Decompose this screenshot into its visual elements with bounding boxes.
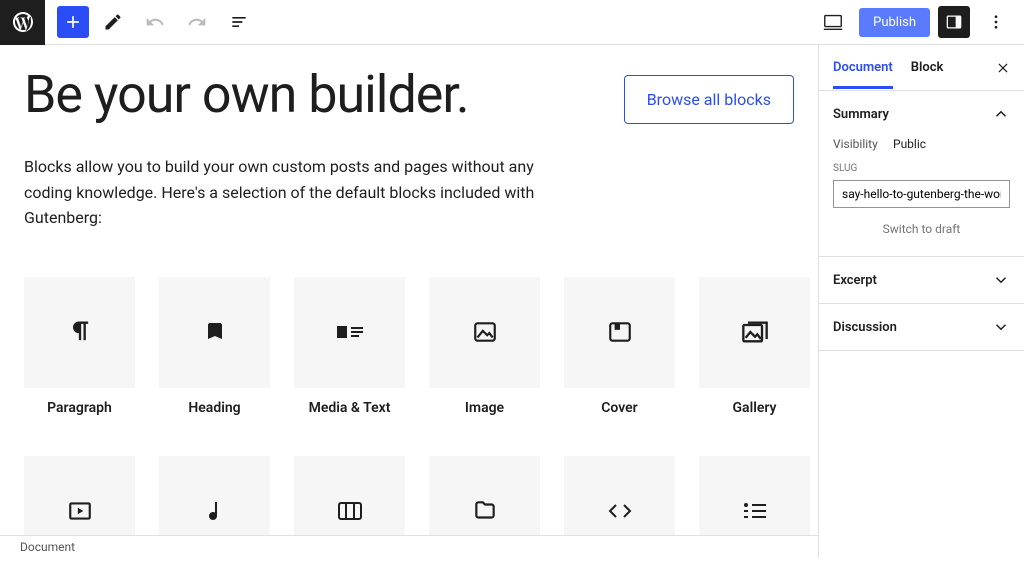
settings-sidebar: Document Block Summary Visibility Public… xyxy=(818,45,1024,558)
more-options-button[interactable] xyxy=(978,4,1014,40)
heading-icon xyxy=(159,277,270,388)
chevron-down-icon xyxy=(992,318,1010,336)
visibility-value[interactable]: Public xyxy=(893,137,926,151)
slug-input[interactable] xyxy=(833,180,1010,208)
close-sidebar-button[interactable] xyxy=(996,61,1010,75)
edit-mode-button[interactable] xyxy=(95,4,131,40)
breadcrumb[interactable]: Document xyxy=(0,535,818,558)
block-image[interactable]: Image xyxy=(429,277,540,416)
chevron-down-icon xyxy=(992,271,1010,289)
tab-document[interactable]: Document xyxy=(833,46,893,89)
description-paragraph[interactable]: Blocks allow you to build your own custo… xyxy=(24,154,564,231)
tab-block[interactable]: Block xyxy=(911,46,944,89)
switch-to-draft-button[interactable]: Switch to draft xyxy=(833,208,1010,242)
block-cover[interactable]: Cover xyxy=(564,277,675,416)
discussion-panel-toggle[interactable]: Discussion xyxy=(819,304,1024,350)
block-media-text[interactable]: Media & Text xyxy=(294,277,405,416)
top-toolbar: Publish xyxy=(0,0,1024,45)
publish-button[interactable]: Publish xyxy=(859,8,930,37)
document-outline-button[interactable] xyxy=(221,4,257,40)
slug-label: SLUG xyxy=(833,163,1010,174)
paragraph-icon xyxy=(24,277,135,388)
image-icon xyxy=(429,277,540,388)
editor-canvas: Be your own builder. Browse all blocks B… xyxy=(0,45,818,558)
page-title[interactable]: Be your own builder. xyxy=(24,69,469,121)
chevron-up-icon xyxy=(992,105,1010,123)
media-text-icon xyxy=(294,277,405,388)
block-gallery[interactable]: Gallery xyxy=(699,277,810,416)
browse-blocks-button[interactable]: Browse all blocks xyxy=(624,75,794,124)
cover-icon xyxy=(564,277,675,388)
block-heading[interactable]: Heading xyxy=(159,277,270,416)
settings-sidebar-toggle[interactable] xyxy=(938,6,970,38)
close-icon xyxy=(996,61,1010,75)
block-paragraph[interactable]: Paragraph xyxy=(24,277,135,416)
wordpress-logo[interactable] xyxy=(0,0,45,45)
summary-panel-toggle[interactable]: Summary xyxy=(819,91,1024,137)
gallery-icon xyxy=(699,277,810,388)
preview-button[interactable] xyxy=(815,4,851,40)
undo-button[interactable] xyxy=(137,4,173,40)
excerpt-panel-toggle[interactable]: Excerpt xyxy=(819,257,1024,303)
visibility-label: Visibility xyxy=(833,137,893,151)
add-block-button[interactable] xyxy=(57,6,89,38)
redo-button[interactable] xyxy=(179,4,215,40)
